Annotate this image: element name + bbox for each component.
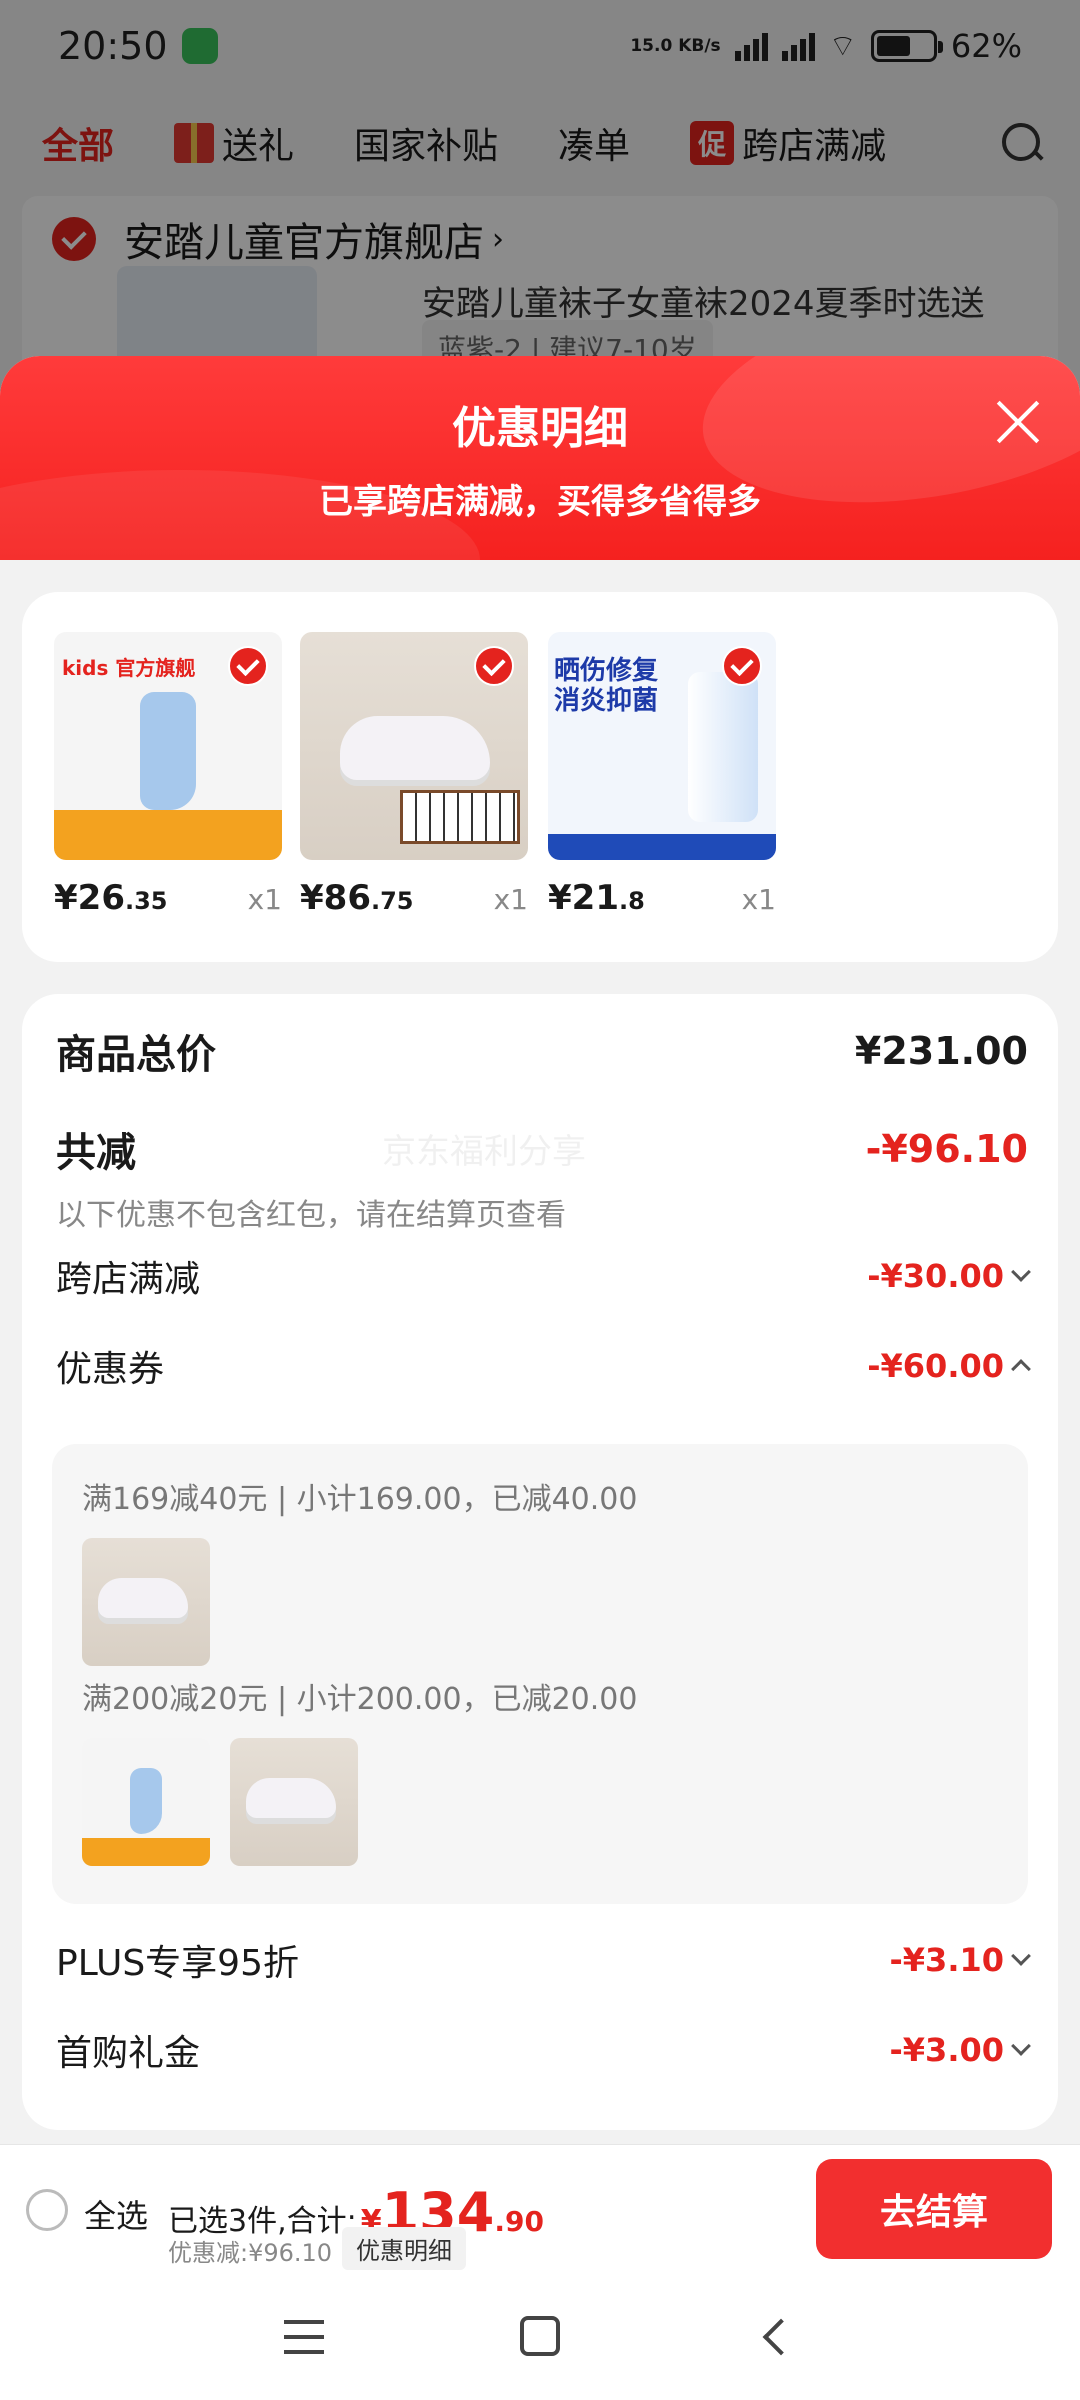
coupon-line: 满169减40元 | 小计169.00，已减40.00 (82, 1482, 638, 1517)
price-row: ¥26.35 x1 (54, 878, 282, 918)
select-all-radio[interactable] (26, 2189, 68, 2231)
checkout-button[interactable]: 去结算 (816, 2159, 1052, 2259)
reduce-note: 以下优惠不包含红包，请在结算页查看 (56, 1198, 566, 1233)
product-image-shoes (300, 632, 528, 860)
total-label: 商品总价 (56, 1032, 216, 1078)
product-qty: x1 (493, 883, 528, 916)
total-amount-decimal: .90 (494, 2205, 544, 2238)
image-brand-tag: kids 官方旗舰 (62, 656, 196, 680)
coupon-line: 满200减20元 | 小计200.00，已减20.00 (82, 1682, 638, 1717)
products-card: kids 官方旗舰 ¥26.35 x1 ¥86.75 x1 晒伤修复 消炎抑菌 (22, 592, 1058, 962)
coupon-amount: -¥60.00 (867, 1347, 1031, 1385)
coupon-label: 优惠券 (56, 1349, 165, 1390)
image-headline: 晒伤修复 消炎抑菌 (554, 656, 659, 716)
shoe-illustration (246, 1778, 336, 1818)
reduce-value: -¥96.10 (865, 1127, 1028, 1171)
plus-row[interactable]: PLUS专享95折 -¥3.10 (56, 1934, 1031, 1986)
piano-illustration (400, 790, 520, 844)
product-image-medicine: 晒伤修复 消炎抑菌 (548, 632, 776, 860)
menu-icon[interactable] (284, 2320, 324, 2354)
back-icon[interactable] (762, 2318, 800, 2356)
dim-overlay[interactable] (0, 0, 1080, 400)
product-item[interactable]: kids 官方旗舰 ¥26.35 x1 (54, 632, 282, 918)
product-item[interactable]: ¥86.75 x1 (300, 632, 528, 918)
discount-detail-sheet: 优惠明细 已享跨店满减，买得多省得多 kids 官方旗舰 ¥26.35 x1 ¥… (0, 356, 1080, 2400)
product-price: ¥26.35 (54, 878, 168, 918)
total-value: ¥231.00 (854, 1029, 1028, 1073)
sock-illustration (140, 692, 196, 810)
shoe-illustration (340, 716, 490, 780)
coupon-product-thumb (82, 1538, 210, 1666)
coupon-product-thumb (230, 1738, 358, 1866)
chevron-down-icon (1011, 1946, 1031, 1966)
chevron-down-icon (1011, 2036, 1031, 2056)
reduce-row: 共减 -¥96.10 (56, 1120, 1028, 1178)
checkmark-icon[interactable] (722, 646, 762, 686)
sheet-title: 优惠明细 (452, 403, 628, 454)
image-band (548, 834, 776, 860)
close-icon[interactable] (994, 398, 1042, 446)
coupon-row[interactable]: 优惠券 -¥60.00 (56, 1340, 1031, 1392)
chevron-up-icon (1011, 1359, 1031, 1379)
product-item[interactable]: 晒伤修复 消炎抑菌 ¥21.8 x1 (548, 632, 776, 918)
sheet-header: 优惠明细 已享跨店满减，买得多省得多 (0, 356, 1080, 650)
product-image-socks: kids 官方旗舰 (54, 632, 282, 860)
system-nav-bar (0, 2274, 1080, 2400)
plus-amount: -¥3.10 (890, 1941, 1031, 1979)
price-row: ¥21.8 x1 (548, 878, 776, 918)
first-purchase-row[interactable]: 首购礼金 -¥3.00 (56, 2024, 1031, 2076)
product-qty: x1 (247, 883, 282, 916)
discount-total: 优惠减:¥96.10 (168, 2239, 333, 2267)
total-row: 商品总价 ¥231.00 (56, 1022, 1028, 1080)
first-purchase-amount: -¥3.00 (890, 2031, 1031, 2069)
cross-store-row[interactable]: 跨店满减 -¥30.00 (56, 1250, 1031, 1302)
checkout-bar: 全选 已选3件,合计: ¥ 134 .90 优惠减:¥96.10 优惠明细 去结… (0, 2144, 1080, 2274)
plus-label: PLUS专享95折 (56, 1943, 299, 1984)
product-price: ¥21.8 (548, 878, 645, 918)
coupon-details: 满169减40元 | 小计169.00，已减40.00 满200减20元 | 小… (52, 1444, 1028, 1904)
checkmark-icon[interactable] (228, 646, 268, 686)
price-summary-card: 京东福利分享 商品总价 ¥231.00 共减 -¥96.10 以下优惠不包含红包… (22, 994, 1058, 2130)
sheet-subtitle: 已享跨店满减，买得多省得多 (319, 482, 761, 522)
product-price: ¥86.75 (300, 878, 414, 918)
first-purchase-label: 首购礼金 (56, 2033, 201, 2074)
shoe-illustration (98, 1578, 188, 1618)
product-qty: x1 (741, 883, 776, 916)
cross-store-label: 跨店满减 (56, 1259, 201, 1300)
select-all-label[interactable]: 全选 (84, 2191, 148, 2237)
checkmark-icon[interactable] (474, 646, 514, 686)
cross-store-amount: -¥30.00 (867, 1257, 1031, 1295)
coupon-product-thumb (82, 1738, 210, 1866)
home-icon[interactable] (520, 2316, 560, 2356)
reduce-label: 共减 (56, 1130, 136, 1176)
price-row: ¥86.75 x1 (300, 878, 528, 918)
discount-detail-button[interactable]: 优惠明细 (342, 2227, 466, 2270)
tube-illustration (688, 672, 758, 822)
chevron-down-icon (1011, 1262, 1031, 1282)
sock-illustration (130, 1768, 162, 1834)
